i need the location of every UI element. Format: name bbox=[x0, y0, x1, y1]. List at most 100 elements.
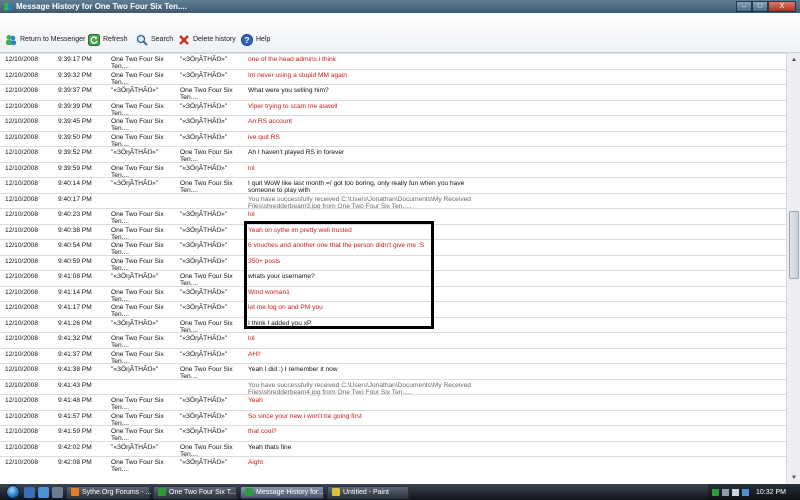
message-list[interactable]: 12/10/2008 9:39:17 PM One Two Four Six Ten… bbox=[0, 53, 786, 485]
show-desktop-icon[interactable] bbox=[24, 486, 35, 498]
message-row[interactable]: 12/10/2008 9:39:39 PM One Two Four Six Ten… bbox=[0, 99, 786, 117]
message-time: 9:41:17 PM bbox=[58, 304, 92, 311]
maximize-button[interactable]: □ bbox=[752, 1, 768, 12]
message-row[interactable]: 12/10/2008 9:41:17 PM One Two Four Six Ten… bbox=[0, 301, 786, 318]
message-from: "«ЗÖŋÃТНÃŊ»" bbox=[111, 273, 159, 280]
message-row[interactable]: 12/10/2008 9:40:14 PM "«ЗÖŋÃТНÃŊ»" One Two … bbox=[0, 177, 786, 194]
taskbar-button-label: Untitled - Paint bbox=[343, 488, 389, 496]
app-icon bbox=[332, 488, 340, 496]
message-date: 12/10/2008 bbox=[5, 226, 39, 234]
scroll-down-arrow-icon[interactable]: ▼ bbox=[788, 472, 800, 484]
taskbar-button-label: Message History for... bbox=[256, 488, 324, 496]
message-text: Im never using a stupid MM again bbox=[248, 71, 347, 79]
delete-history-label: Delete history bbox=[193, 36, 236, 43]
message-text: that cool? bbox=[248, 428, 277, 435]
clock[interactable]: 10:32 PM bbox=[756, 489, 786, 496]
messenger-tray-icon[interactable] bbox=[712, 488, 719, 496]
message-date: 12/10/2008 bbox=[5, 195, 39, 203]
message-time: 9:41:32 PM bbox=[58, 335, 92, 342]
message-row[interactable]: 12/10/2008 9:39:59 PM One Two Four Six Ten… bbox=[0, 161, 786, 179]
message-text: whats your username? bbox=[248, 273, 315, 280]
minimize-button[interactable]: – bbox=[736, 1, 752, 12]
message-text: Aight bbox=[248, 459, 264, 466]
search-icon bbox=[136, 34, 148, 46]
message-row[interactable]: 12/10/2008 9:39:37 PM "«ЗÖŋÃТНÃŊ»" One Two … bbox=[0, 84, 786, 101]
taskbar-button[interactable]: Sythe.Org Forums - ... bbox=[66, 485, 151, 499]
message-to: "«ЗÖŋÃТНÃŊ»" bbox=[180, 335, 228, 342]
refresh-icon bbox=[88, 33, 100, 46]
message-to: "«ЗÖŋÃТНÃŊ»" bbox=[180, 226, 228, 234]
taskbar-button[interactable]: Untitled - Paint bbox=[327, 485, 409, 499]
message-from: "«ЗÖŋÃТНÃŊ»" bbox=[111, 87, 159, 94]
message-row[interactable]: 12/10/2008 9:40:17 PM You have successfull… bbox=[0, 192, 786, 210]
message-time: 9:39:52 PM bbox=[58, 149, 92, 156]
message-row[interactable]: 12/10/2008 9:41:38 PM "«ЗÖŋÃТНÃŊ»" One Two … bbox=[0, 363, 786, 380]
refresh-button[interactable]: Refresh bbox=[88, 33, 128, 46]
message-row[interactable]: 12/10/2008 9:40:54 PM One Two Four Six Ten… bbox=[0, 239, 786, 256]
update-tray-icon[interactable] bbox=[742, 488, 749, 496]
delete-icon bbox=[178, 34, 190, 46]
vertical-scrollbar[interactable]: ▲ ▼ bbox=[786, 53, 800, 485]
message-text: Yeah on sythe im pretty well trusted bbox=[248, 226, 352, 234]
help-button[interactable]: ? Help bbox=[241, 33, 270, 46]
message-row[interactable]: 12/10/2008 9:41:57 PM One Two Four Six Ten… bbox=[0, 409, 786, 427]
message-to: "«ЗÖŋÃТНÃŊ»" bbox=[180, 257, 228, 265]
system-tray: 10:32 PM bbox=[708, 484, 800, 500]
message-to: "«ЗÖŋÃТНÃŊ»" bbox=[180, 211, 228, 218]
message-row[interactable]: 12/10/2008 9:40:23 PM One Two Four Six Ten… bbox=[0, 208, 786, 225]
message-text: lol bbox=[248, 335, 255, 342]
volume-tray-icon[interactable] bbox=[732, 488, 739, 496]
message-row[interactable]: 12/10/2008 9:39:17 PM One Two Four Six Ten… bbox=[0, 53, 786, 70]
message-row[interactable]: 12/10/2008 9:41:37 PM One Two Four Six Ten… bbox=[0, 347, 786, 365]
message-date: 12/10/2008 bbox=[5, 319, 39, 327]
window-controls: – □ X bbox=[736, 1, 796, 12]
message-text: let me log on and PM you bbox=[248, 304, 323, 311]
message-time: 9:41:59 PM bbox=[58, 428, 92, 435]
message-time: 9:41:14 PM bbox=[58, 288, 92, 296]
message-row[interactable]: 12/10/2008 9:41:08 PM "«ЗÖŋÃТНÃŊ»" One Two … bbox=[0, 270, 786, 287]
message-text: What were you selling him? bbox=[248, 87, 329, 94]
message-row[interactable]: 12/10/2008 9:39:50 PM One Two Four Six Ten… bbox=[0, 130, 786, 148]
help-icon: ? bbox=[241, 33, 253, 46]
return-to-messenger-button[interactable]: Return to Messenger bbox=[5, 33, 85, 46]
internet-explorer-icon[interactable] bbox=[38, 486, 49, 498]
message-from: One Two Four Six Ten.... bbox=[111, 459, 164, 473]
scrollbar-thumb[interactable] bbox=[789, 211, 799, 279]
network-tray-icon[interactable] bbox=[722, 488, 729, 496]
delete-history-button[interactable]: Delete history bbox=[178, 33, 236, 46]
message-text: An RS account bbox=[248, 118, 292, 125]
message-row[interactable]: 12/10/2008 9:41:48 PM One Two Four Six Ten… bbox=[0, 394, 786, 411]
message-text: AH!! bbox=[248, 350, 261, 358]
message-to: "«ЗÖŋÃТНÃŊ»" bbox=[180, 71, 228, 79]
message-time: 9:41:08 PM bbox=[58, 273, 92, 280]
message-row[interactable]: 12/10/2008 9:40:59 PM One Two Four Six Ten… bbox=[0, 254, 786, 272]
messenger-icon bbox=[3, 2, 13, 11]
message-to: "«ЗÖŋÃТНÃŊ»" bbox=[180, 412, 228, 420]
message-text: ive quit RS bbox=[248, 133, 280, 141]
message-row[interactable]: 12/10/2008 9:39:32 PM One Two Four Six Ten… bbox=[0, 68, 786, 86]
close-button[interactable]: X bbox=[768, 1, 796, 12]
help-label: Help bbox=[256, 36, 271, 43]
message-row[interactable]: 12/10/2008 9:42:08 PM One Two Four Six Ten… bbox=[0, 456, 786, 473]
message-row[interactable]: 12/10/2008 9:39:52 PM "«ЗÖŋÃТНÃŊ»" One Two … bbox=[0, 146, 786, 163]
search-button[interactable]: Search bbox=[136, 33, 173, 46]
message-row[interactable]: 12/10/2008 9:41:26 PM "«ЗÖŋÃТНÃŊ»" One Two … bbox=[0, 316, 786, 334]
message-row[interactable]: 12/10/2008 9:42:02 PM "«ЗÖŋÃТНÃŊ»" One Two … bbox=[0, 440, 786, 458]
message-row[interactable]: 12/10/2008 9:41:32 PM One Two Four Six Ten… bbox=[0, 332, 786, 349]
message-row[interactable]: 12/10/2008 9:39:45 PM One Two Four Six Ten… bbox=[0, 115, 786, 132]
switch-windows-icon[interactable] bbox=[52, 486, 63, 498]
message-date: 12/10/2008 bbox=[5, 443, 39, 451]
scroll-up-arrow-icon[interactable]: ▲ bbox=[788, 54, 800, 66]
message-time: 9:42:02 PM bbox=[58, 443, 92, 451]
message-row[interactable]: 12/10/2008 9:40:38 PM One Two Four Six Ten… bbox=[0, 223, 786, 241]
message-date: 12/10/2008 bbox=[5, 459, 39, 466]
taskbar-button[interactable]: One Two Four Six T... bbox=[153, 485, 237, 499]
message-from: "«ЗÖŋÃТНÃŊ»" bbox=[111, 366, 159, 373]
start-button[interactable] bbox=[6, 485, 20, 499]
message-to: "«ЗÖŋÃТНÃŊ»" bbox=[180, 164, 228, 172]
message-row[interactable]: 12/10/2008 9:41:59 PM One Two Four Six Ten… bbox=[0, 425, 786, 442]
message-date: 12/10/2008 bbox=[5, 102, 39, 110]
message-row[interactable]: 12/10/2008 9:41:14 PM One Two Four Six Ten… bbox=[0, 285, 786, 303]
taskbar-button[interactable]: Message History for... bbox=[240, 485, 324, 499]
message-row[interactable]: 12/10/2008 9:41:43 PM You have successfull… bbox=[0, 378, 786, 396]
